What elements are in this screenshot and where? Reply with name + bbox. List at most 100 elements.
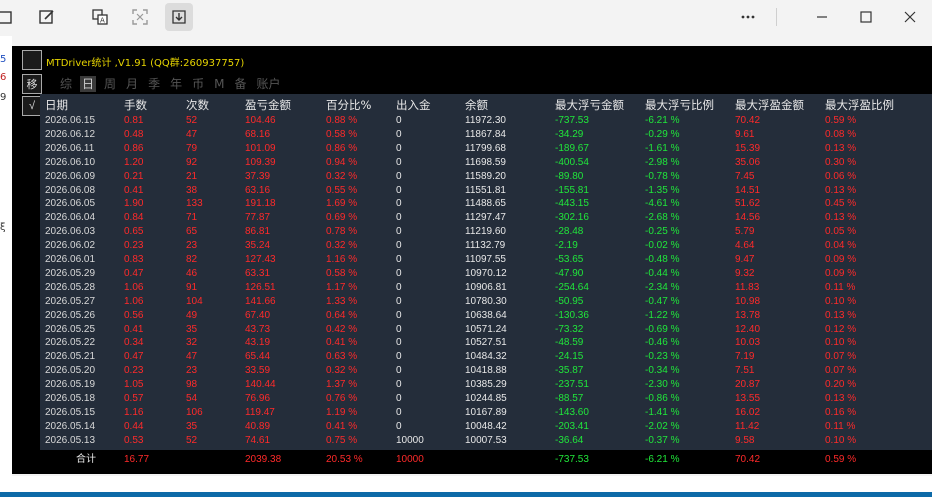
col-header-pnl[interactable]: 盈亏金额 bbox=[245, 97, 291, 113]
move-icon[interactable]: 移 bbox=[22, 74, 42, 94]
cell-max-fp: 7.45 bbox=[735, 170, 755, 182]
cell-date: 2026.06.15 bbox=[45, 115, 96, 126]
cell-balance: 10638.64 bbox=[465, 309, 507, 321]
cell-flow: 0 bbox=[396, 351, 402, 363]
cell-max-fp: 16.02 bbox=[735, 406, 761, 418]
cell-max-dd: -155.81 bbox=[555, 184, 589, 196]
table-row: 2026.06.03 0.65 65 86.81 0.78 % 0 11219.60 -28.… bbox=[40, 225, 932, 239]
tab-4[interactable]: 季 bbox=[146, 76, 162, 92]
cell-max-dd: -130.36 bbox=[555, 309, 589, 321]
cell-lots: 1.06 bbox=[124, 281, 144, 293]
cell-balance: 10527.51 bbox=[465, 337, 507, 349]
cell-flow: 0 bbox=[396, 226, 402, 238]
cell-pnl: 141.66 bbox=[245, 295, 276, 307]
cell-max-dd: -2.19 bbox=[555, 240, 578, 252]
cell-flow: 0 bbox=[396, 309, 402, 321]
cell-max-fp: 9.61 bbox=[735, 128, 755, 140]
cell-max-fp: 20.87 bbox=[735, 379, 761, 391]
tab-6[interactable]: 币 bbox=[190, 76, 206, 92]
cell-max-fp-pct: 0.20 % bbox=[825, 379, 857, 391]
cell-max-dd-pct: -0.78 % bbox=[645, 170, 680, 182]
cell-pct: 0.78 % bbox=[326, 226, 358, 238]
tab-3[interactable]: 月 bbox=[124, 76, 140, 92]
col-header-balance[interactable]: 余额 bbox=[465, 97, 488, 113]
cell-max-dd: -53.65 bbox=[555, 254, 584, 265]
cell-flow: 0 bbox=[396, 156, 402, 168]
col-header-date[interactable]: 日期 bbox=[45, 97, 68, 113]
cell-pnl: 127.43 bbox=[245, 254, 276, 265]
cell-date: 2026.05.26 bbox=[45, 309, 96, 321]
tab-0[interactable]: 综 bbox=[58, 76, 74, 92]
col-header-lots[interactable]: 手数 bbox=[124, 97, 147, 113]
cell-pct: 1.37 % bbox=[326, 379, 358, 391]
total-lots: 16.77 bbox=[124, 454, 150, 465]
cell-max-dd-pct: -0.86 % bbox=[645, 393, 680, 404]
cell-count: 92 bbox=[186, 156, 198, 168]
cell-max-fp: 5.79 bbox=[735, 226, 755, 238]
check-icon[interactable]: √ bbox=[22, 96, 42, 116]
cell-count: 71 bbox=[186, 212, 198, 224]
cell-pnl: 67.40 bbox=[245, 309, 271, 321]
minimize-icon[interactable] bbox=[808, 3, 836, 31]
col-header-pct[interactable]: 百分比% bbox=[326, 97, 371, 113]
table-row: 2026.06.02 0.23 23 35.24 0.32 % 0 11132.79 -2.1… bbox=[40, 239, 932, 253]
cell-count: 133 bbox=[186, 198, 203, 210]
cell-max-fp-pct: 0.09 % bbox=[825, 254, 857, 265]
cell-count: 46 bbox=[186, 267, 198, 279]
cell-max-fp-pct: 0.06 % bbox=[825, 170, 857, 182]
maximize-icon[interactable] bbox=[852, 3, 880, 31]
translate-icon[interactable]: A bbox=[86, 3, 114, 31]
cell-flow: 0 bbox=[396, 254, 402, 265]
download-icon[interactable] bbox=[165, 3, 193, 31]
cell-lots: 1.05 bbox=[124, 379, 144, 391]
cell-pnl: 86.81 bbox=[245, 226, 271, 238]
more-icon[interactable] bbox=[734, 3, 762, 31]
toolbar-divider bbox=[776, 8, 777, 26]
table-row: 2026.05.29 0.47 46 63.31 0.58 % 0 10970.12 -47.… bbox=[40, 267, 932, 281]
tab-9[interactable]: 账户 bbox=[254, 76, 282, 92]
cell-max-fp: 14.56 bbox=[735, 212, 761, 224]
tab-7[interactable]: M bbox=[212, 76, 226, 92]
cell-flow: 0 bbox=[396, 142, 402, 154]
col-header-flow[interactable]: 出入金 bbox=[396, 97, 431, 113]
cell-max-fp: 11.42 bbox=[735, 420, 760, 432]
cell-max-dd: -237.51 bbox=[555, 379, 589, 391]
close-icon[interactable] bbox=[896, 3, 924, 31]
col-header-count[interactable]: 次数 bbox=[186, 97, 209, 113]
cell-max-fp-pct: 0.13 % bbox=[825, 184, 857, 196]
cell-max-fp: 11.83 bbox=[735, 281, 760, 293]
cell-lots: 0.65 bbox=[124, 226, 144, 238]
cell-pct: 0.75 % bbox=[326, 434, 358, 446]
edit-icon[interactable] bbox=[33, 3, 61, 31]
cell-max-fp-pct: 0.05 % bbox=[825, 226, 857, 238]
tab-2[interactable]: 周 bbox=[102, 76, 118, 92]
tab-5[interactable]: 年 bbox=[168, 76, 184, 92]
cell-max-fp-pct: 0.11 % bbox=[825, 420, 856, 432]
cell-date: 2026.06.05 bbox=[45, 198, 96, 210]
cell-balance: 10780.30 bbox=[465, 295, 507, 307]
tab-1[interactable]: 日 bbox=[80, 76, 97, 92]
cell-max-fp-pct: 0.13 % bbox=[825, 393, 857, 404]
tab-8[interactable]: 备 bbox=[232, 76, 248, 92]
cell-max-dd-pct: -0.25 % bbox=[645, 226, 680, 238]
cell-pnl: 76.96 bbox=[245, 393, 271, 404]
col-header-max-fp-pct[interactable]: 最大浮盈比例 bbox=[825, 97, 894, 113]
col-header-max-dd[interactable]: 最大浮亏金额 bbox=[555, 97, 624, 113]
scan-icon[interactable] bbox=[126, 3, 154, 31]
cell-count: 82 bbox=[186, 254, 198, 265]
cell-count: 23 bbox=[186, 240, 198, 252]
left-glyph: 5 bbox=[0, 54, 7, 65]
cell-balance: 11297.47 bbox=[465, 212, 506, 224]
cell-max-dd-pct: -1.61 % bbox=[645, 142, 680, 154]
table-row: 2026.05.22 0.34 32 43.19 0.41 % 0 10527.51 -48.… bbox=[40, 336, 932, 350]
col-header-max-fp[interactable]: 最大浮盈金额 bbox=[735, 97, 804, 113]
col-header-max-dd-pct[interactable]: 最大浮亏比例 bbox=[645, 97, 714, 113]
cell-max-dd: -35.87 bbox=[555, 365, 584, 377]
cell-max-fp-pct: 0.04 % bbox=[825, 240, 857, 252]
cell-pnl: 33.59 bbox=[245, 365, 271, 377]
cell-count: 52 bbox=[186, 115, 198, 126]
cell-pct: 1.16 % bbox=[326, 254, 358, 265]
window-icon[interactable] bbox=[0, 3, 18, 31]
panel-window-icon[interactable] bbox=[22, 50, 42, 70]
cell-lots: 0.56 bbox=[124, 309, 144, 321]
